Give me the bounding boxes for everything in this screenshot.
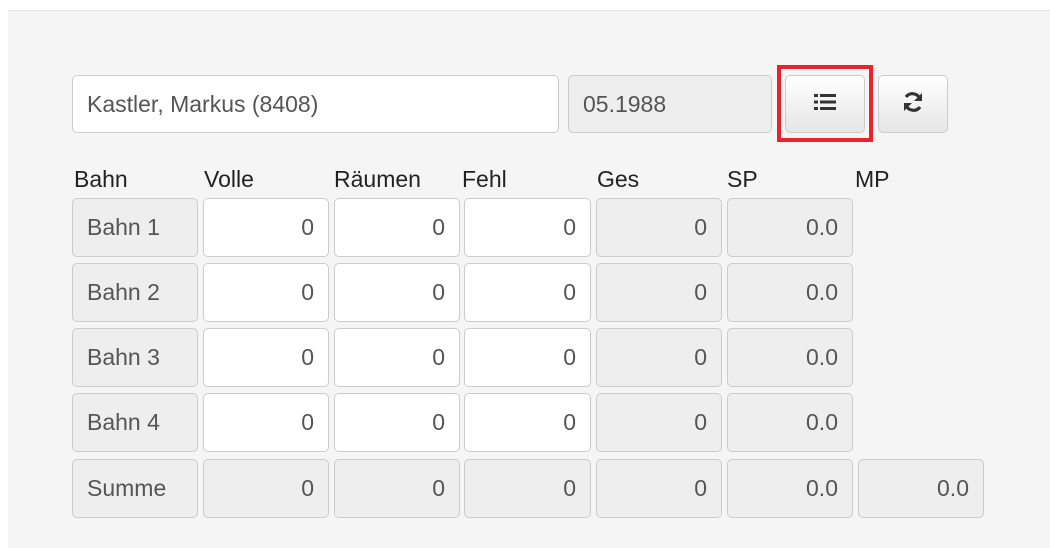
- raeumen-input[interactable]: 0: [334, 263, 460, 322]
- fehl-input[interactable]: 0: [464, 328, 591, 387]
- refresh-button[interactable]: [878, 75, 948, 133]
- list-button[interactable]: [785, 75, 865, 133]
- ges-value: 0: [596, 328, 722, 387]
- ges-value: 0: [596, 263, 722, 322]
- refresh-icon: [901, 90, 925, 119]
- header-sp: SP: [727, 166, 758, 192]
- sum-fehl: 0: [464, 459, 591, 518]
- sum-label: Summe: [72, 459, 198, 518]
- lane-label: Bahn 1: [72, 198, 198, 257]
- raeumen-input[interactable]: 0: [334, 198, 460, 257]
- header-mp: MP: [855, 166, 890, 192]
- volle-input[interactable]: 0: [203, 198, 329, 257]
- header-ges: Ges: [597, 166, 640, 192]
- raeumen-input[interactable]: 0: [334, 393, 460, 452]
- raeumen-input[interactable]: 0: [334, 328, 460, 387]
- fehl-input[interactable]: 0: [464, 198, 591, 257]
- sum-sp: 0.0: [727, 459, 853, 518]
- header-volle: Volle: [204, 166, 254, 192]
- volle-input[interactable]: 0: [203, 263, 329, 322]
- sum-mp: 0.0: [858, 459, 984, 518]
- header-raeumen: Räumen: [334, 166, 421, 192]
- lane-label: Bahn 2: [72, 263, 198, 322]
- sp-value: 0.0: [727, 393, 853, 452]
- sp-value: 0.0: [727, 263, 853, 322]
- header-fehl: Fehl: [462, 166, 507, 192]
- date-field: 05.1988: [568, 75, 772, 133]
- sum-volle: 0: [203, 459, 329, 518]
- ges-value: 0: [596, 198, 722, 257]
- lane-label: Bahn 3: [72, 328, 198, 387]
- header-bahn: Bahn: [74, 166, 128, 192]
- sum-raeumen: 0: [334, 459, 460, 518]
- sp-value: 0.0: [727, 198, 853, 257]
- fehl-input[interactable]: 0: [464, 393, 591, 452]
- player-name-input[interactable]: Kastler, Markus (8408): [72, 75, 559, 133]
- sum-ges: 0: [596, 459, 722, 518]
- lane-label: Bahn 4: [72, 393, 198, 452]
- sp-value: 0.0: [727, 328, 853, 387]
- list-icon: [814, 93, 836, 116]
- fehl-input[interactable]: 0: [464, 263, 591, 322]
- ges-value: 0: [596, 393, 722, 452]
- volle-input[interactable]: 0: [203, 393, 329, 452]
- volle-input[interactable]: 0: [203, 328, 329, 387]
